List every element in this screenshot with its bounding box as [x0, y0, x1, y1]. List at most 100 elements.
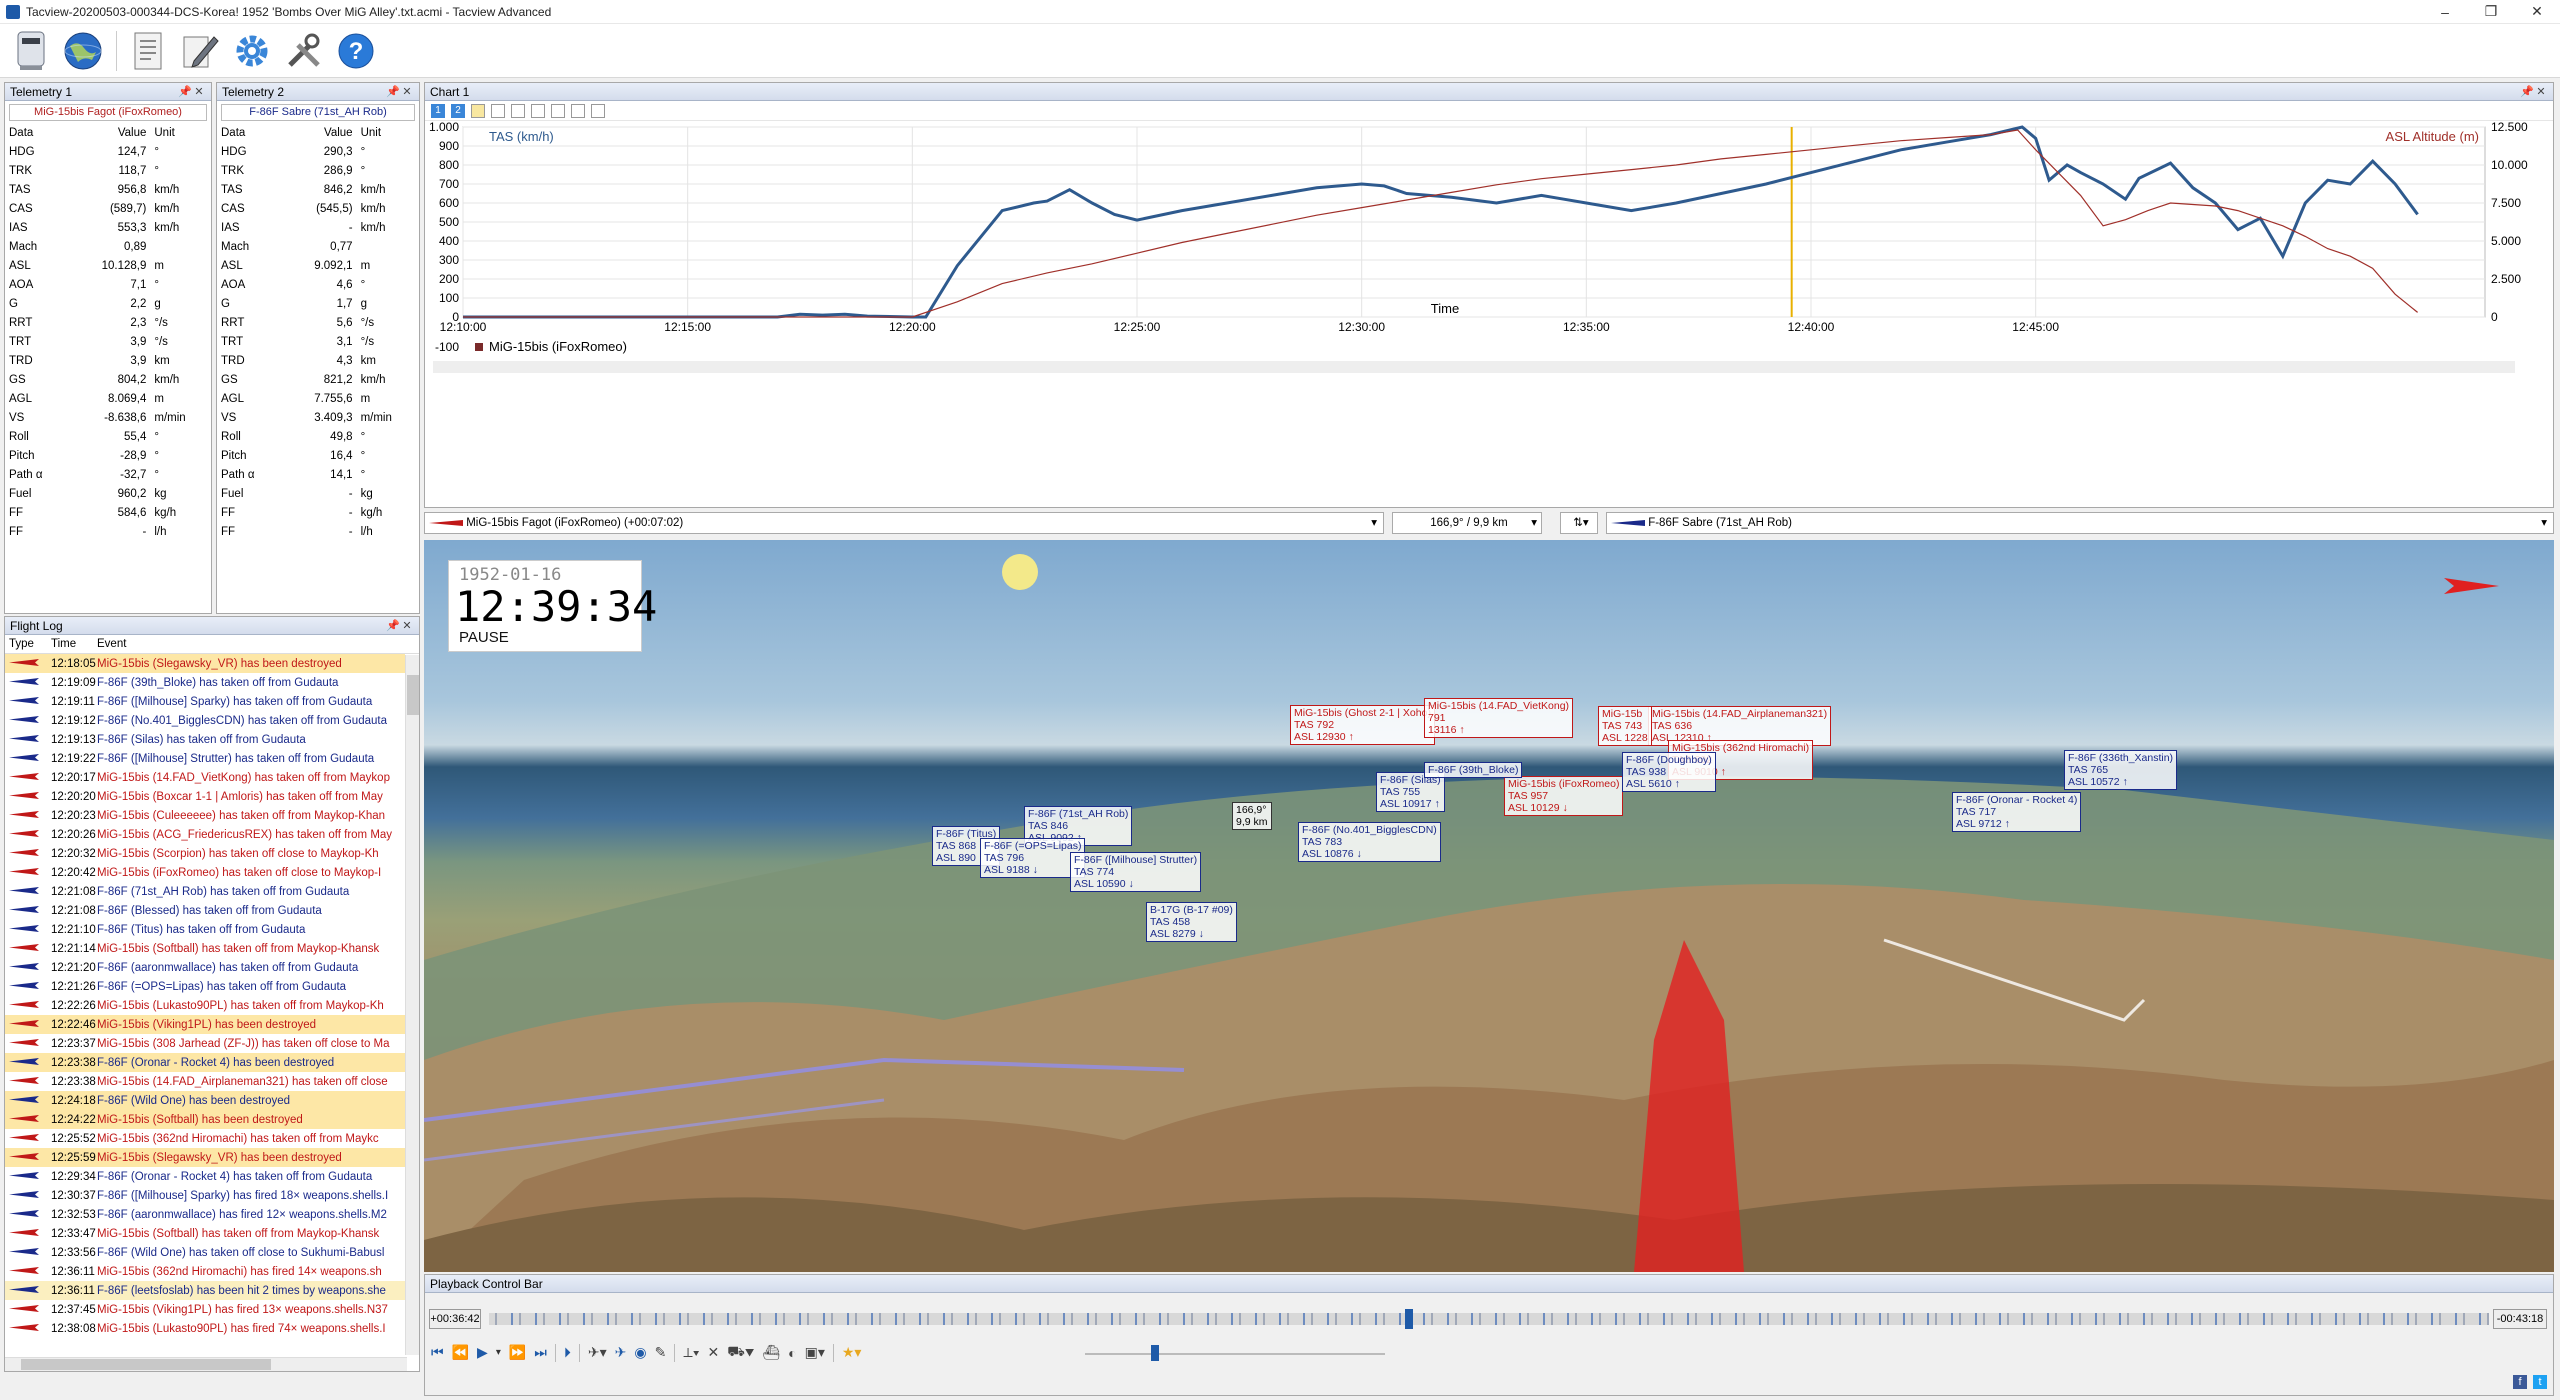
zoom-in-icon[interactable] [571, 103, 585, 118]
list-item[interactable]: 12:25:59 MiG-15bis (Slegawsky_VR) has bee… [5, 1148, 405, 1167]
list-item[interactable]: 12:32:53 F-86F (aaronmwallace) has fired … [5, 1205, 405, 1224]
list-item[interactable]: 12:21:08 F-86F (71st_AH Rob) has taken of… [5, 882, 405, 901]
list-item[interactable]: 12:23:38 MiG-15bis (14.FAD_Airplaneman321… [5, 1072, 405, 1091]
skip-end-icon[interactable]: ⏭ [534, 1344, 547, 1361]
object-label[interactable]: F-86F (No.401_BigglesCDN) TAS 783 ASL 1087… [1298, 822, 1441, 862]
chase-view-icon[interactable]: ✎ [655, 1344, 667, 1361]
zoom-reset-icon[interactable] [591, 103, 605, 118]
playback-speed-slider[interactable] [1085, 1353, 1385, 1355]
pin-icon[interactable]: 📌 [386, 85, 400, 98]
object-label[interactable]: MiG-15bis (14.FAD_VietKong) 791 13116 ↑ [1424, 698, 1574, 738]
list-item[interactable]: 12:38:08 MiG-15bis (Lukasto90PL) has fire… [5, 1319, 405, 1338]
cockpit-view-icon[interactable]: ✈ [615, 1344, 627, 1361]
vscroll-thumb[interactable] [407, 675, 419, 715]
list-item[interactable]: 12:20:23 MiG-15bis (Culeeeeee) has taken … [5, 806, 405, 825]
list-item[interactable]: 12:19:11 F-86F ([Milhouse] Sparky) has ta… [5, 692, 405, 711]
pin-icon[interactable]: 📌 [2520, 85, 2534, 98]
list-item[interactable]: 12:20:32 MiG-15bis (Scorpion) has taken o… [5, 844, 405, 863]
list-item[interactable]: 12:37:45 MiG-15bis (Viking1PL) has fired … [5, 1300, 405, 1319]
step-forward-icon[interactable]: ⏵ [564, 1344, 571, 1361]
tools-icon[interactable] [279, 26, 329, 76]
close-icon[interactable]: ✕ [400, 85, 414, 98]
object-label[interactable]: F-86F ([Milhouse] Strutter) TAS 774 ASL 10… [1070, 852, 1202, 892]
list-item[interactable]: 12:29:34 F-86F (Oronar - Rocket 4) has ta… [5, 1167, 405, 1186]
document-icon[interactable] [123, 26, 173, 76]
facebook-icon[interactable]: f [2513, 1375, 2527, 1389]
list-item[interactable]: 12:20:42 MiG-15bis (iFoxRomeo) has taken … [5, 863, 405, 882]
close-icon[interactable]: ✕ [192, 85, 206, 98]
list-item[interactable]: 12:33:56 F-86F (Wild One) has taken off c… [5, 1243, 405, 1262]
list-item[interactable]: 12:21:14 MiG-15bis (Softball) has taken o… [5, 939, 405, 958]
list-item[interactable]: 12:22:46 MiG-15bis (Viking1PL) has been d… [5, 1015, 405, 1034]
list-item[interactable]: 12:25:52 MiG-15bis (362nd Hiromachi) has … [5, 1129, 405, 1148]
list-item[interactable]: 12:20:20 MiG-15bis (Boxcar 1-1 | Amloris)… [5, 787, 405, 806]
telemetry-1-object[interactable]: MiG-15bis Fagot (iFoxRomeo) [9, 104, 207, 121]
object-label[interactable]: F-86F (Silas) TAS 755 ASL 10917 ↑ [1376, 772, 1445, 812]
play-icon[interactable]: ▶ [477, 1344, 488, 1361]
skip-start-icon[interactable]: ⏮ [431, 1344, 444, 1361]
list-item[interactable]: 12:18:05 MiG-15bis (Slegawsky_VR) has bee… [5, 654, 405, 673]
list-item[interactable]: 12:21:26 F-86F (=OPS=Lipas) has taken off… [5, 977, 405, 996]
close-icon[interactable]: ✕ [400, 619, 414, 632]
list-item[interactable]: 12:20:17 MiG-15bis (14.FAD_VietKong) has … [5, 768, 405, 787]
object-label[interactable]: B-17G (B-17 #09) TAS 458 ASL 8279 ↓ [1146, 902, 1237, 942]
3d-viewport[interactable]: 1952-01-16 12:39:34 PAUSE MiG-15bis (Gho… [424, 540, 2554, 1272]
object-label[interactable]: 166,9° 9,9 km [1232, 802, 1272, 830]
list-item[interactable]: 12:22:26 MiG-15bis (Lukasto90PL) has take… [5, 996, 405, 1015]
fast-forward-icon[interactable]: ⏩ [509, 1344, 526, 1361]
globe-icon[interactable] [58, 26, 108, 76]
object-label[interactable]: F-86F (39th_Bloke) [1424, 762, 1523, 778]
zoom-y-icon[interactable] [531, 103, 545, 118]
object-label[interactable]: F-86F (Oronar - Rocket 4) TAS 717 ASL 9712… [1952, 792, 2082, 832]
flight-log-vscroll[interactable] [405, 655, 419, 1355]
timeline-track[interactable] [489, 1313, 2489, 1325]
list-item[interactable]: 12:36:11 F-86F (leetsfoslab) has been hit… [5, 1281, 405, 1300]
bearing-range-field[interactable]: 166,9° / 9,9 km ▾ [1392, 512, 1542, 534]
camera-mode-icon[interactable]: ✈▾ [588, 1344, 607, 1361]
object-label[interactable]: MiG-15bis (iFoxRomeo) TAS 957 ASL 10129 ↓ [1504, 776, 1624, 816]
list-item[interactable]: 12:30:37 F-86F ([Milhouse] Sparky) has fi… [5, 1186, 405, 1205]
close-icon[interactable]: ✕ [2534, 85, 2548, 98]
rewind-icon[interactable]: ⏪ [452, 1344, 469, 1361]
object-label[interactable]: F-86F (Doughboy) TAS 938 ASL 5610 ↑ [1622, 752, 1716, 792]
pin-icon[interactable]: 📌 [386, 619, 400, 632]
timeline-cursor[interactable] [1405, 1309, 1413, 1329]
telemetry-2-object[interactable]: F-86F Sabre (71st_AH Rob) [221, 104, 415, 121]
zoom-x-icon[interactable] [511, 103, 525, 118]
ruler-icon[interactable]: ⟂▾ [683, 1344, 699, 1361]
ship-filter-icon[interactable]: ⛴ [762, 1344, 780, 1361]
zoom-out-icon[interactable] [551, 103, 565, 118]
swap-objects-button[interactable]: ⇅▾ [1560, 512, 1598, 534]
gear-icon[interactable] [227, 26, 277, 76]
camera-icon[interactable]: ◐ [788, 1345, 796, 1361]
list-item[interactable]: 12:21:10 F-86F (Titus) has taken off from… [5, 920, 405, 939]
list-item[interactable]: 12:19:09 F-86F (39th_Bloke) has taken off… [5, 673, 405, 692]
list-item[interactable]: 12:23:37 MiG-15bis (308 Jarhead (ZF-J)) h… [5, 1034, 405, 1053]
list-item[interactable]: 12:19:13 F-86F (Silas) has taken off from… [5, 730, 405, 749]
display-options-icon[interactable]: ▣▾ [805, 1344, 825, 1361]
zoom-fit-icon[interactable] [491, 103, 505, 118]
object-label[interactable]: F-86F (336th_Xanstin) TAS 765 ASL 10572 ↑ [2064, 750, 2178, 790]
chart-1-toggle-icon[interactable]: 1 [431, 103, 445, 118]
list-item[interactable]: 12:20:26 MiG-15bis (ACG_FriedericusREX) h… [5, 825, 405, 844]
list-item[interactable]: 12:33:47 MiG-15bis (Softball) has taken o… [5, 1224, 405, 1243]
chart-2-toggle-icon[interactable]: 2 [451, 103, 465, 118]
col-type[interactable]: Type [5, 638, 47, 650]
hscroll-thumb[interactable] [21, 1359, 271, 1370]
list-item[interactable]: 12:19:22 F-86F ([Milhouse] Strutter) has … [5, 749, 405, 768]
vehicle-filter-icon[interactable]: ⛟▾ [727, 1343, 754, 1362]
bookmark-star-icon[interactable]: ★▾ [842, 1344, 862, 1361]
maximize-button[interactable]: ❐ [2468, 0, 2514, 24]
recorder-icon[interactable] [6, 26, 56, 76]
minimize-button[interactable]: – [2422, 0, 2468, 24]
object-label[interactable]: MiG-15bis (Ghost 2-1 | Xoho) TAS 792 ASL 1… [1290, 705, 1435, 745]
pan-icon[interactable] [471, 103, 485, 118]
right-object-select[interactable]: F-86F Sabre (71st_AH Rob) ▾ [1606, 512, 2554, 534]
list-item[interactable]: 12:21:20 F-86F (aaronmwallace) has taken … [5, 958, 405, 977]
close-button[interactable]: ✕ [2514, 0, 2560, 24]
object-label[interactable]: MiG-15b TAS 743 ASL 1228 [1598, 706, 1652, 746]
chart-hscroll[interactable] [433, 361, 2515, 373]
list-item[interactable]: 12:24:18 F-86F (Wild One) has been destro… [5, 1091, 405, 1110]
list-item[interactable]: 12:19:12 F-86F (No.401_BigglesCDN) has ta… [5, 711, 405, 730]
help-icon[interactable]: ? [331, 26, 381, 76]
